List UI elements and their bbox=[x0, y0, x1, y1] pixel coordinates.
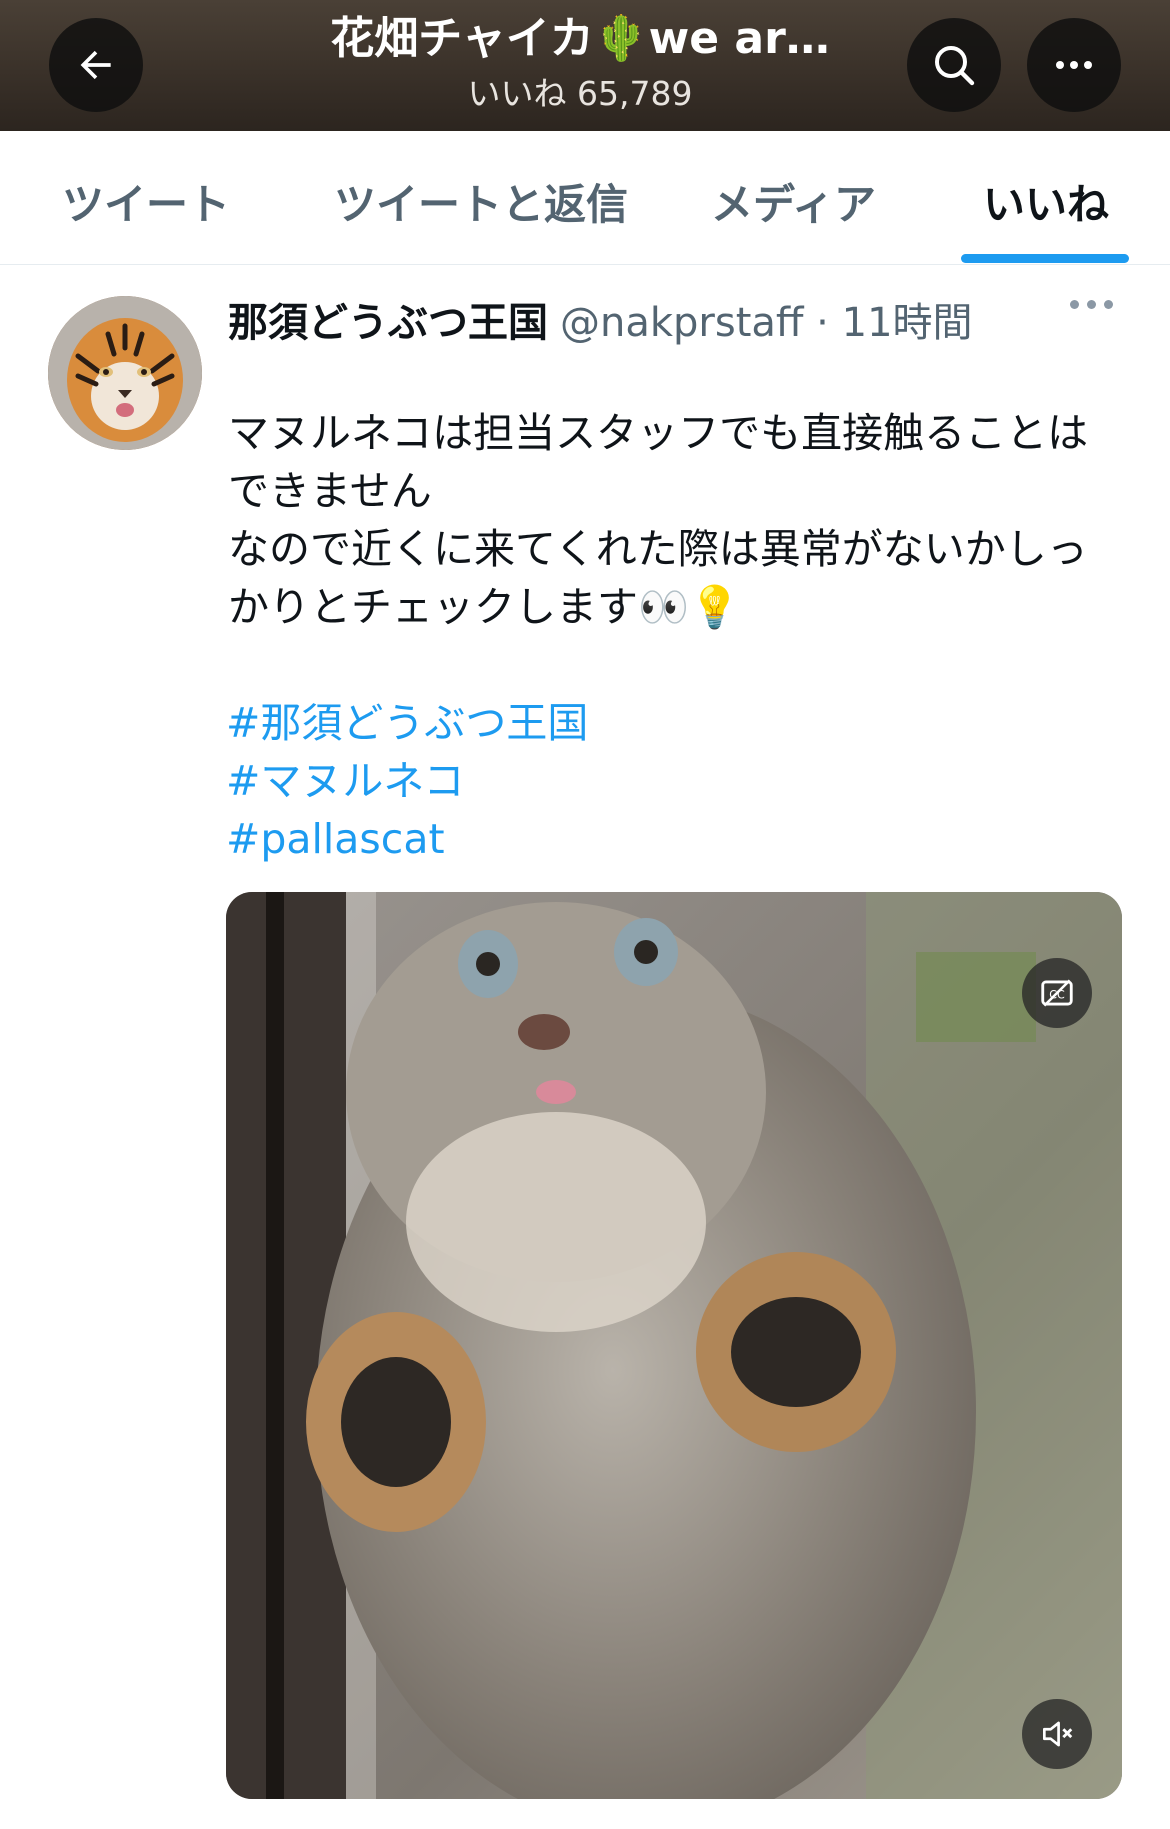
more-dot-icon bbox=[1070, 300, 1079, 309]
meta-separator: · bbox=[803, 300, 842, 346]
tiger-avatar-image bbox=[48, 296, 202, 450]
search-button[interactable] bbox=[907, 18, 1001, 112]
tab-media[interactable]: メディア bbox=[711, 171, 876, 232]
tweet-more-button[interactable] bbox=[1070, 300, 1113, 309]
speaker-muted-icon bbox=[1042, 1721, 1073, 1747]
more-dot-icon bbox=[1087, 300, 1096, 309]
author-handle[interactable]: @nakprstaff bbox=[560, 300, 803, 346]
header-likes-count: いいね 65,789 bbox=[467, 73, 693, 113]
tweet-text-line: かりとチェックします👀💡 bbox=[228, 583, 741, 631]
pallas-cat-video-frame bbox=[226, 892, 1122, 1799]
tweet-text-line: なので近くに来てくれた際は異常がないかしっ bbox=[228, 525, 1088, 573]
tweet-text: マヌルネコは担当スタッフでも直接触ることは できません なので近くに来てくれた際… bbox=[228, 404, 1128, 636]
mute-button[interactable] bbox=[1022, 1699, 1092, 1769]
profile-header: 花畑チャイカ🌵we ar… いいね 65,789 bbox=[0, 0, 1170, 131]
search-icon bbox=[935, 46, 975, 86]
captions-button[interactable]: CC bbox=[1022, 958, 1092, 1028]
arrow-left-icon bbox=[80, 50, 111, 80]
more-button[interactable] bbox=[1027, 18, 1121, 112]
active-tab-indicator bbox=[961, 254, 1129, 263]
hashtag-link[interactable]: #マヌルネコ bbox=[226, 752, 588, 810]
more-dot-icon bbox=[1104, 300, 1113, 309]
tab-tweets-and-replies[interactable]: ツイートと返信 bbox=[334, 171, 628, 232]
tab-likes[interactable]: いいね bbox=[983, 171, 1109, 232]
header-title: 花畑チャイカ🌵we ar… bbox=[330, 14, 830, 64]
tweet-text-line: できません bbox=[228, 467, 432, 515]
back-button[interactable] bbox=[49, 18, 143, 112]
tab-tweets[interactable]: ツイート bbox=[62, 171, 230, 232]
hashtag-link[interactable]: #那須どうぶつ王国 bbox=[226, 694, 588, 752]
tweet-text-line: マヌルネコは担当スタッフでも直接触ることは bbox=[228, 409, 1089, 457]
tweet-time[interactable]: 11時間 bbox=[842, 300, 973, 346]
avatar[interactable] bbox=[48, 296, 202, 450]
tweet-header: 那須どうぶつ王国 @nakprstaff · 11時間 bbox=[228, 290, 973, 348]
tweet-video[interactable]: CC bbox=[226, 892, 1122, 1799]
more-horizontal-icon bbox=[1056, 61, 1092, 69]
hashtag-link[interactable]: #pallascat bbox=[226, 810, 588, 868]
author-name[interactable]: 那須どうぶつ王国 bbox=[228, 300, 548, 346]
hashtag-list: #那須どうぶつ王国 #マヌルネコ #pallascat bbox=[226, 694, 588, 868]
header-title-block: 花畑チャイカ🌵we ar… いいね 65,789 bbox=[280, 14, 880, 115]
closed-captions-icon: CC bbox=[1041, 979, 1073, 1007]
profile-tabs: ツイート ツイートと返信 メディア いいね bbox=[0, 131, 1170, 265]
